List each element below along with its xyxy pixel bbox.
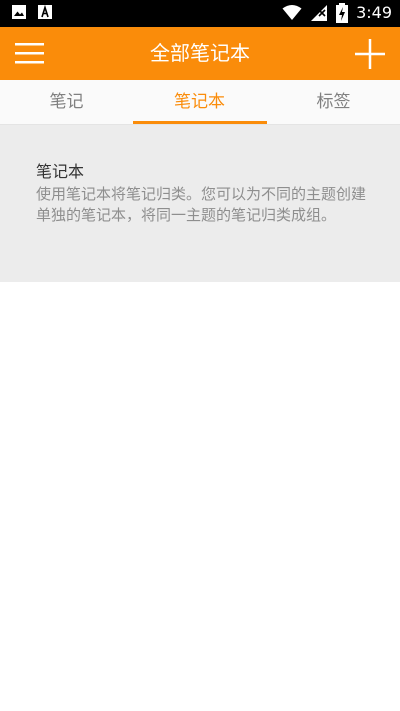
tab-tags[interactable]: 标签 xyxy=(267,80,400,124)
status-bar: 3:49 xyxy=(0,0,400,27)
status-right-icons: 3:49 xyxy=(282,3,392,23)
wifi-icon xyxy=(282,5,302,20)
font-icon xyxy=(38,5,52,19)
image-icon xyxy=(12,5,26,19)
tab-bar: 笔记 笔记本 标签 xyxy=(0,80,400,125)
info-title: 笔记本 xyxy=(36,162,85,181)
tab-notebooks[interactable]: 笔记本 xyxy=(133,80,266,124)
battery-charging-icon xyxy=(336,3,349,23)
app-bar: 全部笔记本 xyxy=(0,27,400,80)
signal-icon xyxy=(311,5,328,21)
info-description: 使用笔记本将笔记归类。您可以为不同的主题创建单独的笔记本，将同一主题的笔记归类成… xyxy=(36,185,367,224)
tab-notes[interactable]: 笔记 xyxy=(0,80,133,124)
status-time: 3:49 xyxy=(356,3,392,22)
plus-icon xyxy=(355,39,385,69)
notebook-info-panel: 笔记本 使用笔记本将笔记归类。您可以为不同的主题创建单独的笔记本，将同一主题的笔… xyxy=(0,125,400,282)
status-left-icons xyxy=(12,5,52,19)
active-tab-indicator xyxy=(133,121,267,124)
add-notebook-button[interactable] xyxy=(354,38,386,70)
page-title: 全部笔记本 xyxy=(150,41,250,65)
